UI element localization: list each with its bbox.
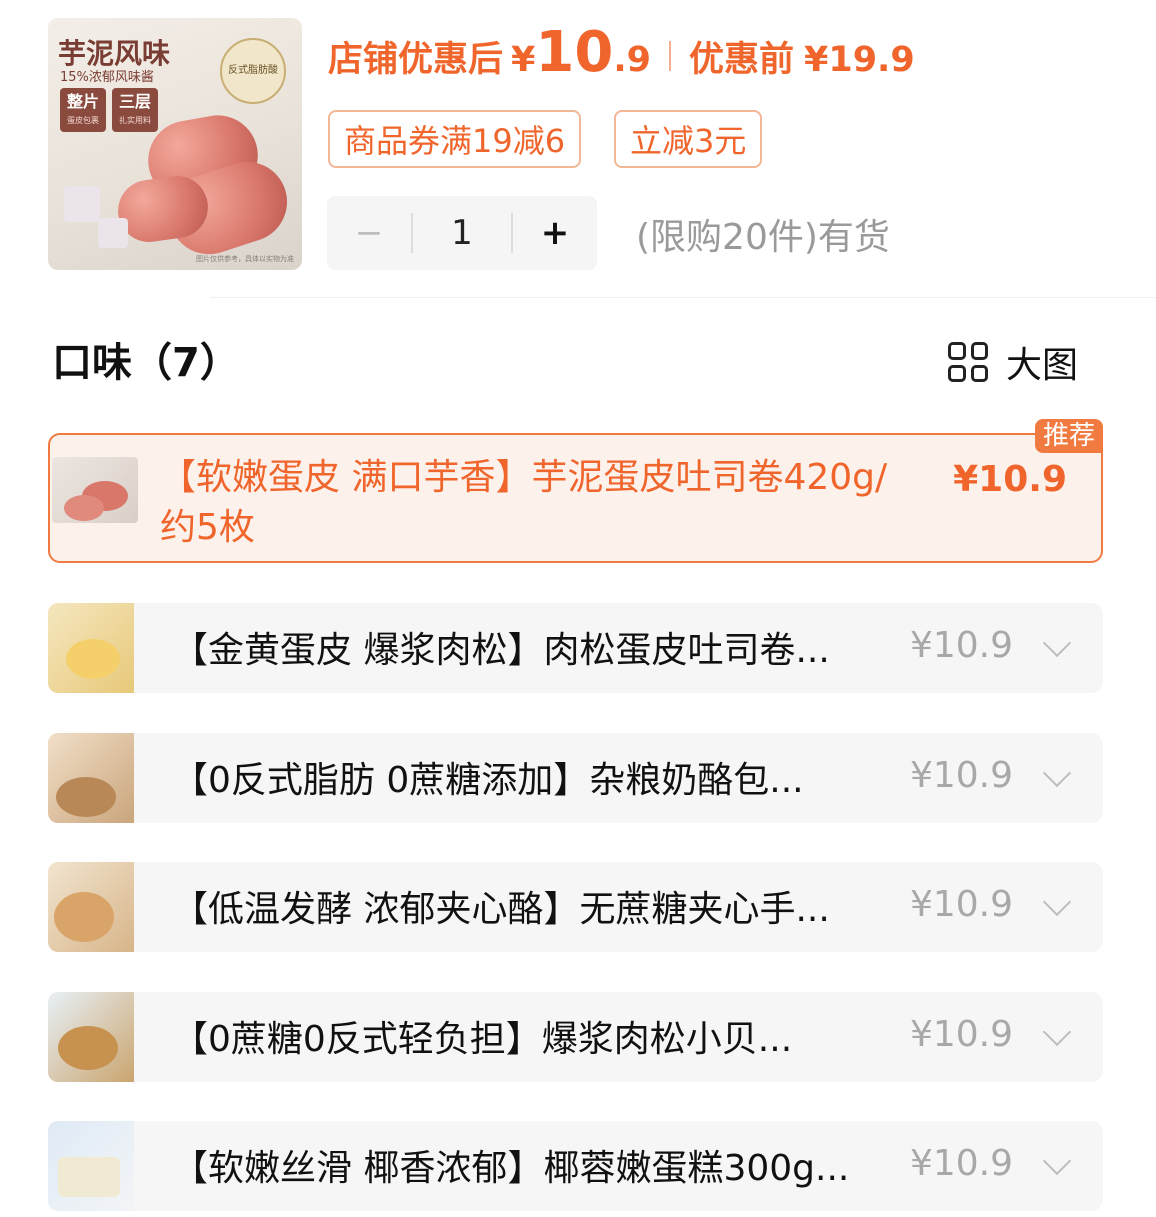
flavor-option[interactable]: 【0反式脂肪 0蔗糖添加】杂粮奶酪包... ¥10.9 — [48, 733, 1103, 823]
option-name: 【0反式脂肪 0蔗糖添加】杂粮奶酪包... — [172, 760, 804, 801]
flavor-option-selected[interactable]: 【软嫩蛋皮 满口芋香】芋泥蛋皮吐司卷420g/约5枚 ¥10.9 推荐 — [48, 419, 1103, 563]
flavor-section-title: 口味（7） — [52, 340, 240, 386]
option-thumbnail — [48, 992, 134, 1082]
option-thumbnail — [48, 733, 134, 823]
large-image-toggle[interactable]: 大图 — [948, 336, 1078, 388]
option-name: 【金黄蛋皮 爆浆肉松】肉松蛋皮吐司卷... — [172, 630, 830, 671]
decrement-button[interactable]: − — [327, 213, 411, 253]
after-discount-label: 店铺优惠后 — [328, 40, 504, 80]
price-integer: 10 — [535, 20, 614, 85]
option-thumbnail — [48, 862, 134, 952]
price-decimal: .9 — [613, 40, 651, 80]
discount-tag[interactable]: 立减3元 — [614, 110, 763, 168]
thumbnail-note: 图片仅供参考，具体以实物为准 — [196, 255, 294, 263]
original-price: ¥19.9 — [803, 40, 915, 80]
thumbnail-subtitle: 15%浓郁风味酱 — [60, 70, 154, 85]
option-thumbnail — [48, 1121, 134, 1211]
price-line: 店铺优惠后 ¥ 10 .9 优惠前 ¥19.9 — [328, 20, 915, 90]
recommended-badge: 推荐 — [1034, 419, 1103, 453]
option-name: 【0蔗糖0反式轻负担】爆浆肉松小贝... — [172, 1019, 793, 1060]
coupon-tag[interactable]: 商品券满19减6 — [328, 110, 582, 168]
chevron-down-icon[interactable] — [1042, 628, 1072, 658]
large-image-label: 大图 — [1006, 345, 1079, 386]
flavor-option[interactable]: 【软嫩丝滑 椰香浓郁】椰蓉嫩蛋糕300g... ¥10.9 — [48, 1121, 1103, 1211]
chevron-down-icon[interactable] — [1042, 1017, 1072, 1047]
currency-symbol: ¥ — [511, 40, 536, 80]
option-thumbnail — [52, 457, 138, 523]
option-price: ¥10.9 — [909, 1014, 1013, 1055]
option-name: 【软嫩丝滑 椰香浓郁】椰蓉嫩蛋糕300g... — [172, 1148, 850, 1189]
quantity-value[interactable]: 1 — [411, 213, 513, 253]
chevron-down-icon[interactable] — [1042, 758, 1072, 788]
price-divider — [668, 41, 671, 71]
before-discount-label: 优惠前 — [688, 40, 794, 80]
thumbnail-chip: 整片 蛋皮包裹 — [60, 88, 106, 132]
option-price: ¥10.9 — [909, 884, 1013, 925]
option-price: ¥10.9 — [909, 625, 1013, 666]
option-price: ¥10.9 — [909, 1143, 1013, 1184]
flavor-option[interactable]: 【金黄蛋皮 爆浆肉松】肉松蛋皮吐司卷... ¥10.9 — [48, 603, 1103, 693]
product-thumbnail[interactable]: 芋泥风味 15%浓郁风味酱 整片 蛋皮包裹 三层 扎实用料 反式脂肪酸 图片仅供参考… — [48, 18, 302, 270]
option-price: ¥10.9 — [909, 755, 1013, 796]
grid-icon — [948, 342, 988, 382]
quantity-stepper: − 1 + — [327, 196, 597, 270]
divider — [210, 297, 1156, 298]
chevron-down-icon[interactable] — [1042, 1146, 1072, 1176]
option-price: ¥10.9 — [953, 459, 1067, 500]
option-name: 【软嫩蛋皮 满口芋香】芋泥蛋皮吐司卷420g/约5枚 — [160, 457, 888, 548]
option-name: 【低温发酵 浓郁夹心酪】无蔗糖夹心手... — [172, 889, 830, 930]
stock-status: (限购20件)有货 — [636, 217, 890, 258]
flavor-option[interactable]: 【低温发酵 浓郁夹心酪】无蔗糖夹心手... ¥10.9 — [48, 862, 1103, 952]
increment-button[interactable]: + — [513, 213, 597, 253]
thumbnail-badge: 反式脂肪酸 — [220, 38, 286, 104]
chevron-down-icon[interactable] — [1042, 887, 1072, 917]
thumbnail-chip: 三层 扎实用料 — [112, 88, 158, 132]
option-thumbnail — [48, 603, 134, 693]
flavor-option[interactable]: 【0蔗糖0反式轻负担】爆浆肉松小贝... ¥10.9 — [48, 992, 1103, 1082]
